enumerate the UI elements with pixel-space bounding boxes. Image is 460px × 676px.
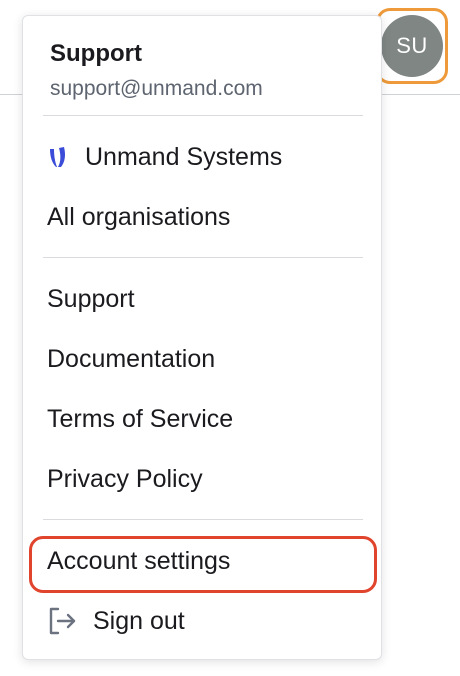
terms-of-service-link[interactable]: Terms of Service bbox=[47, 399, 233, 439]
terms-of-service-label: Terms of Service bbox=[47, 404, 234, 433]
avatar-button[interactable]: SU bbox=[381, 15, 443, 77]
sign-out-icon bbox=[47, 606, 77, 636]
account-settings-item[interactable]: Account settings bbox=[47, 541, 230, 581]
sign-out-item[interactable]: Sign out bbox=[47, 601, 185, 641]
documentation-link[interactable]: Documentation bbox=[47, 339, 215, 379]
account-settings-label: Account settings bbox=[47, 546, 231, 575]
avatar-initials: SU bbox=[396, 33, 428, 58]
user-name: Support bbox=[50, 40, 142, 67]
privacy-policy-link[interactable]: Privacy Policy bbox=[47, 459, 203, 499]
unmand-logo-icon bbox=[47, 145, 69, 169]
user-email: support@unmand.com bbox=[50, 77, 263, 100]
all-organisations-item[interactable]: All organisations bbox=[47, 197, 230, 237]
support-link[interactable]: Support bbox=[47, 279, 135, 319]
menu-divider bbox=[43, 257, 363, 258]
organisation-label: Unmand Systems bbox=[85, 142, 283, 171]
organisation-item-current[interactable]: Unmand Systems bbox=[47, 137, 282, 177]
support-label: Support bbox=[47, 284, 135, 313]
menu-divider bbox=[43, 115, 363, 116]
menu-divider bbox=[43, 519, 363, 520]
privacy-policy-label: Privacy Policy bbox=[47, 464, 203, 493]
documentation-label: Documentation bbox=[47, 344, 216, 373]
sign-out-label: Sign out bbox=[93, 606, 185, 635]
account-dropdown-menu: Support support@unmand.com Unmand System… bbox=[22, 15, 382, 660]
all-organisations-label: All organisations bbox=[47, 202, 231, 231]
